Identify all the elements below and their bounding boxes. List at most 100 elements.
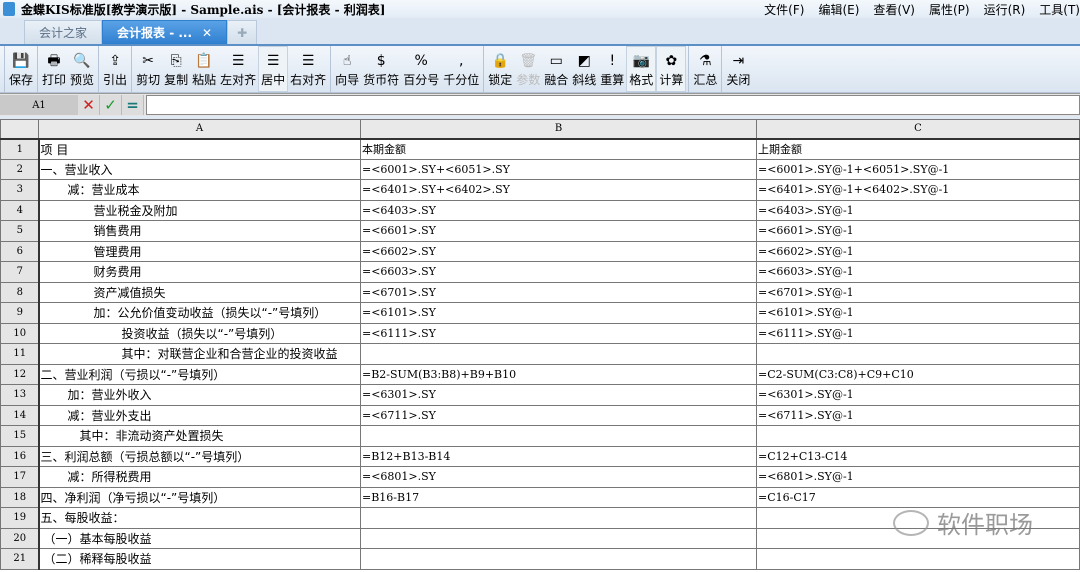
- toolbar-button-5-5[interactable]: 📷 格式: [626, 46, 657, 92]
- cell-current-period[interactable]: =<6401>.SY+<6402>.SY: [360, 179, 757, 201]
- menu-item[interactable]: 编辑(E): [818, 1, 859, 18]
- cell-item[interactable]: （二）稀释每股收益: [38, 548, 361, 570]
- cell-current-period[interactable]: [360, 548, 757, 570]
- row-header[interactable]: 4: [0, 199, 40, 221]
- toolbar-button-3-5[interactable]: ☰ 右对齐: [288, 46, 328, 92]
- cell-prior-period[interactable]: =C12+C13-C14: [756, 445, 1080, 467]
- toolbar-button-1-0[interactable]: 🖶 打印: [40, 46, 68, 92]
- formula-input[interactable]: [146, 95, 1080, 115]
- toolbar-button-4-0[interactable]: ☝ 向导: [333, 46, 361, 92]
- row-header[interactable]: 11: [0, 343, 40, 365]
- menu-item[interactable]: 运行(R): [984, 1, 1026, 18]
- toolbar-button-5-1[interactable]: 🗑 参数: [514, 46, 542, 92]
- cell-current-period[interactable]: =<6403>.SY: [360, 199, 757, 221]
- cell-item[interactable]: 项 目: [38, 138, 361, 160]
- column-header-c[interactable]: C: [756, 119, 1080, 140]
- cell-prior-period[interactable]: =<6111>.SY@-1: [756, 322, 1080, 344]
- toolbar-button-4-1[interactable]: $ 货币符: [361, 46, 401, 92]
- cell-prior-period[interactable]: [756, 343, 1080, 365]
- cell-item[interactable]: 四、净利润（净亏损以“-”号填列）: [38, 486, 361, 508]
- row-header[interactable]: 19: [0, 507, 40, 529]
- row-header[interactable]: 17: [0, 466, 40, 488]
- cell-item[interactable]: 三、利润总额（亏损总额以“-”号填列）: [38, 445, 361, 467]
- menu-item[interactable]: 工具(T): [1039, 1, 1080, 18]
- toolbar-button-5-6[interactable]: ✿ 计算: [656, 46, 687, 92]
- cell-prior-period[interactable]: =<6701>.SY@-1: [756, 281, 1080, 303]
- menu-item[interactable]: 属性(P): [929, 1, 970, 18]
- row-header[interactable]: 1: [0, 138, 40, 160]
- cell-current-period[interactable]: =<6601>.SY: [360, 220, 757, 242]
- cell-item[interactable]: 一、营业收入: [38, 158, 361, 180]
- cell-prior-period[interactable]: =C2-SUM(C3:C8)+C9+C10: [756, 363, 1080, 385]
- cell-prior-period[interactable]: =<6101>.SY@-1: [756, 302, 1080, 324]
- cell-current-period[interactable]: [360, 343, 757, 365]
- cell-item[interactable]: 投资收益（损失以“-”号填列）: [38, 322, 361, 344]
- column-header-b[interactable]: B: [360, 119, 757, 140]
- cell-reference-box[interactable]: A1: [0, 95, 78, 115]
- cell-prior-period[interactable]: =<6601>.SY@-1: [756, 220, 1080, 242]
- cell-prior-period[interactable]: =<6603>.SY@-1: [756, 261, 1080, 283]
- cell-item[interactable]: （一）基本每股收益: [38, 527, 361, 549]
- toolbar-button-4-3[interactable]: , 千分位: [441, 46, 481, 92]
- cell-prior-period[interactable]: 上期金额: [756, 138, 1080, 160]
- cell-prior-period[interactable]: =<6401>.SY@-1+<6402>.SY@-1: [756, 179, 1080, 201]
- row-header[interactable]: 2: [0, 158, 40, 180]
- close-icon[interactable]: ✕: [202, 26, 212, 40]
- equals-icon[interactable]: =: [122, 95, 144, 115]
- add-tab-button[interactable]: ✚: [227, 20, 258, 44]
- cell-prior-period[interactable]: =<6602>.SY@-1: [756, 240, 1080, 262]
- tab-accounting-report[interactable]: 会计报表 - ... ✕: [102, 20, 228, 44]
- cell-current-period[interactable]: 本期金额: [360, 138, 757, 160]
- cell-current-period[interactable]: [360, 527, 757, 549]
- toolbar-button-3-3[interactable]: ☰ 左对齐: [218, 46, 258, 92]
- cell-prior-period[interactable]: [756, 548, 1080, 570]
- row-header[interactable]: 10: [0, 322, 40, 344]
- cell-item[interactable]: 减：所得税费用: [38, 466, 361, 488]
- toolbar-button-3-1[interactable]: ⎘ 复制: [162, 46, 190, 92]
- row-header[interactable]: 12: [0, 363, 40, 385]
- cell-item[interactable]: 营业税金及附加: [38, 199, 361, 221]
- cell-item[interactable]: 管理费用: [38, 240, 361, 262]
- cell-item[interactable]: 加：营业外收入: [38, 384, 361, 406]
- row-header[interactable]: 15: [0, 425, 40, 447]
- cell-current-period[interactable]: =<6701>.SY: [360, 281, 757, 303]
- cell-prior-period[interactable]: =<6801>.SY@-1: [756, 466, 1080, 488]
- row-header[interactable]: 8: [0, 281, 40, 303]
- row-header[interactable]: 6: [0, 240, 40, 262]
- cell-current-period[interactable]: =B2-SUM(B3:B8)+B9+B10: [360, 363, 757, 385]
- cell-current-period[interactable]: =<6602>.SY: [360, 240, 757, 262]
- row-header[interactable]: 5: [0, 220, 40, 242]
- row-header[interactable]: 20: [0, 527, 40, 549]
- toolbar-button-7-0[interactable]: ⇥ 关闭: [724, 46, 752, 92]
- cell-prior-period[interactable]: =<6711>.SY@-1: [756, 404, 1080, 426]
- cell-current-period[interactable]: [360, 425, 757, 447]
- toolbar-button-5-4[interactable]: ! 重算: [598, 46, 626, 92]
- menu-item[interactable]: 查看(V): [873, 1, 915, 18]
- tab-accounting-home[interactable]: 会计之家: [24, 20, 103, 44]
- row-header[interactable]: 9: [0, 302, 40, 324]
- menu-item[interactable]: 文件(F): [764, 1, 804, 18]
- toolbar-button-2-0[interactable]: ⇪ 引出: [101, 46, 129, 92]
- cell-item[interactable]: 二、营业利润（亏损以“-”号填列）: [38, 363, 361, 385]
- cell-current-period[interactable]: =<6711>.SY: [360, 404, 757, 426]
- cell-prior-period[interactable]: =<6403>.SY@-1: [756, 199, 1080, 221]
- toolbar-button-3-2[interactable]: 📋 粘贴: [190, 46, 218, 92]
- row-header[interactable]: 16: [0, 445, 40, 467]
- toolbar-button-4-2[interactable]: % 百分号: [401, 46, 441, 92]
- toolbar-button-3-0[interactable]: ✂ 剪切: [134, 46, 162, 92]
- row-header[interactable]: 13: [0, 384, 40, 406]
- cell-item[interactable]: 财务费用: [38, 261, 361, 283]
- cell-current-period[interactable]: =<6111>.SY: [360, 322, 757, 344]
- cell-item[interactable]: 减：营业成本: [38, 179, 361, 201]
- cell-item[interactable]: 减：营业外支出: [38, 404, 361, 426]
- cell-current-period[interactable]: =<6101>.SY: [360, 302, 757, 324]
- cell-current-period[interactable]: =B16-B17: [360, 486, 757, 508]
- row-header[interactable]: 14: [0, 404, 40, 426]
- toolbar-button-0-0[interactable]: 💾 保存: [7, 46, 35, 92]
- row-header[interactable]: 18: [0, 486, 40, 508]
- cell-item[interactable]: 其中：对联营企业和合营企业的投资收益: [38, 343, 361, 365]
- cell-current-period[interactable]: =<6801>.SY: [360, 466, 757, 488]
- cell-item[interactable]: 销售费用: [38, 220, 361, 242]
- toolbar-button-1-1[interactable]: 🔍 预览: [68, 46, 96, 92]
- cell-prior-period[interactable]: =<6301>.SY@-1: [756, 384, 1080, 406]
